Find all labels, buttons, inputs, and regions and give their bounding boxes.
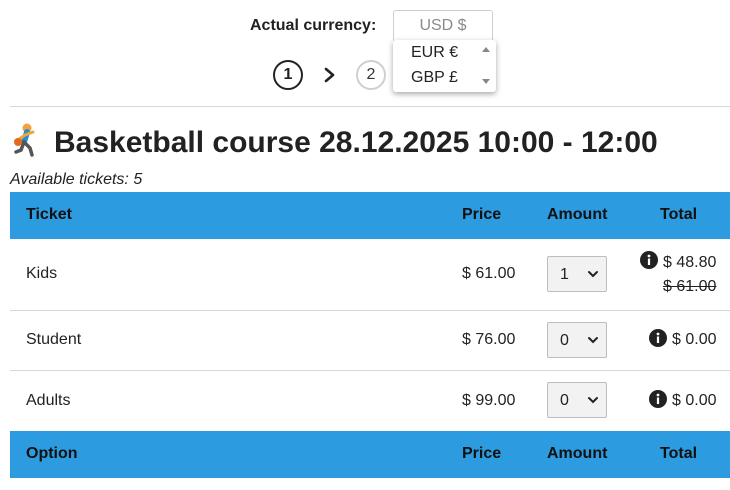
- currency-label: Actual currency:: [250, 17, 377, 34]
- event-title: Basketball course 28.12.2025 10:00 - 12:…: [10, 122, 658, 162]
- event-title-text: Basketball course 28.12.2025 10:00 - 12:…: [54, 126, 658, 159]
- ticket-total: $ 48.80: [663, 254, 717, 271]
- currency-row: Actual currency: USD $: [0, 10, 730, 42]
- header-amount: Amount: [547, 206, 608, 223]
- chevron-down-icon: [588, 271, 598, 278]
- info-icon[interactable]: [649, 329, 667, 347]
- info-icon[interactable]: [640, 251, 658, 269]
- options-table-header: Option Price Amount Total: [10, 431, 730, 478]
- amount-value: 1: [560, 266, 569, 283]
- available-tickets: Available tickets: 5: [10, 171, 143, 188]
- header-price: Price: [462, 445, 502, 462]
- ticket-price: $ 99.00: [462, 392, 516, 409]
- header-price: Price: [462, 206, 502, 223]
- step-2[interactable]: 2: [356, 60, 386, 90]
- ticket-name: Kids: [26, 265, 58, 282]
- table-row: Student $ 76.00 0 $ 0.00: [10, 311, 730, 371]
- info-icon[interactable]: [649, 390, 667, 408]
- table-row: Adults $ 99.00 0 $ 0.00: [10, 371, 730, 431]
- amount-select[interactable]: 0: [547, 322, 607, 358]
- scroll-up-icon[interactable]: [482, 47, 490, 52]
- ticket-total: $ 0.00: [672, 392, 717, 409]
- header-option: Option: [26, 445, 78, 462]
- header-total: Total: [660, 445, 698, 462]
- amount-value: 0: [560, 392, 569, 409]
- ticket-name: Student: [26, 331, 82, 348]
- amount-value: 0: [560, 332, 569, 349]
- ticket-price: $ 76.00: [462, 331, 516, 348]
- amount-select[interactable]: 0: [547, 382, 607, 418]
- header-total: Total: [660, 206, 698, 223]
- amount-select[interactable]: 1: [547, 256, 607, 292]
- chevron-down-icon: [588, 397, 598, 404]
- header-amount: Amount: [547, 445, 608, 462]
- divider: [10, 106, 730, 107]
- table-row: Kids $ 61.00 1 $ 48.80 $ 61.00: [10, 239, 730, 311]
- tickets-table-header: Ticket Price Amount Total: [10, 192, 730, 239]
- currency-select[interactable]: USD $: [393, 10, 493, 42]
- ticket-total: $ 0.00: [672, 331, 717, 348]
- header-ticket: Ticket: [26, 206, 72, 223]
- chevron-down-icon: [588, 337, 598, 344]
- chevron-right-icon: [324, 67, 335, 83]
- original-total: $ 61.00: [663, 278, 717, 295]
- ticket-name: Adults: [26, 392, 71, 409]
- basketball-player-icon: [14, 123, 35, 157]
- ticket-price: $ 61.00: [462, 265, 516, 282]
- step-indicator: 1 2: [0, 60, 730, 92]
- step-1[interactable]: 1: [273, 60, 303, 90]
